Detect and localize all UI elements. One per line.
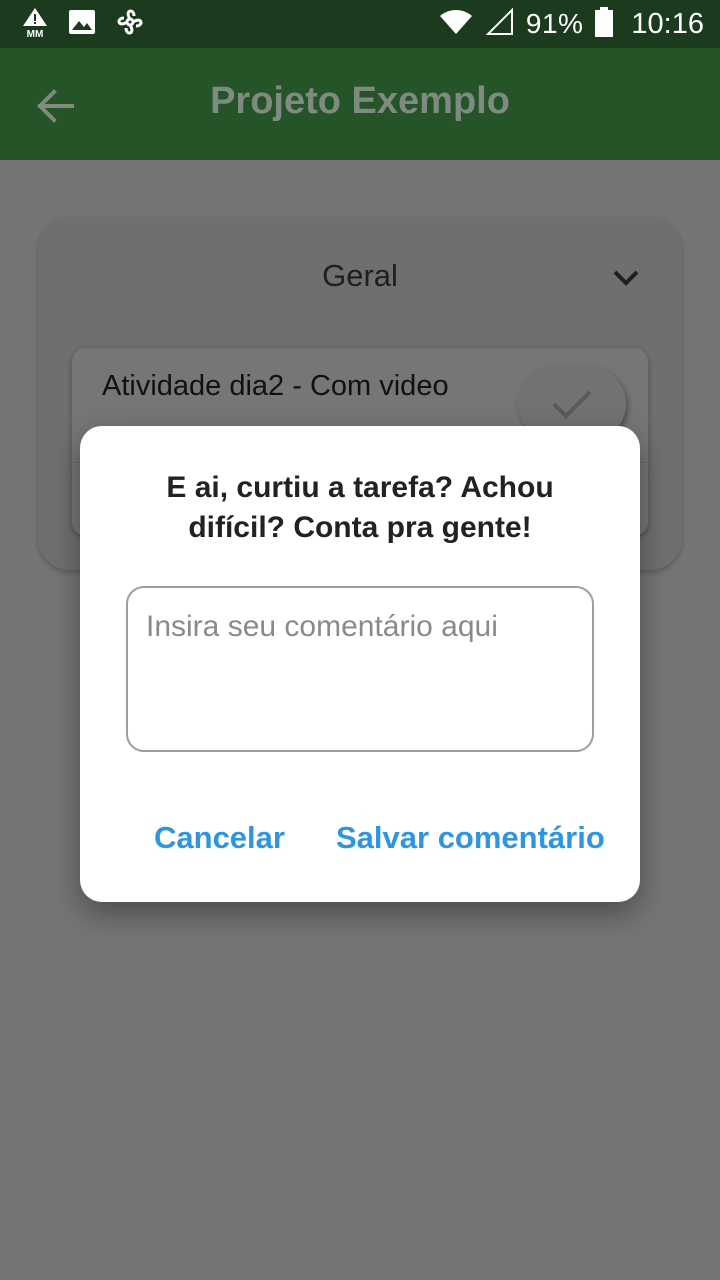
- status-bar: MM 91% 10:16: [0, 0, 720, 48]
- comment-input[interactable]: [126, 586, 594, 752]
- status-bar-notifications: MM: [20, 6, 146, 42]
- warning-mm-icon: MM: [20, 6, 50, 43]
- svg-text:MM: MM: [27, 29, 44, 38]
- task-title: Atividade dia2 - Com video: [102, 370, 449, 402]
- save-comment-button[interactable]: Salvar comentário: [332, 814, 609, 862]
- section-title: Geral: [322, 258, 398, 293]
- chevron-down-icon: [610, 270, 642, 298]
- battery-percentage: 91%: [525, 8, 584, 39]
- battery-icon: [595, 6, 614, 42]
- clock: 10:16: [631, 7, 704, 40]
- signal-icon: [485, 7, 514, 41]
- page-title: Projeto Exemplo: [210, 80, 510, 122]
- image-icon: [68, 8, 96, 41]
- fan-icon: [114, 6, 146, 43]
- expand-section-button[interactable]: [610, 262, 642, 294]
- comment-dialog: E ai, curtiu a tarefa? Achou difícil? Co…: [80, 426, 640, 902]
- status-bar-system: 91% 10:16: [438, 6, 704, 42]
- wifi-icon: [438, 8, 474, 41]
- cancel-button[interactable]: Cancelar: [150, 814, 289, 862]
- dialog-title: E ai, curtiu a tarefa? Achou difícil? Co…: [166, 471, 554, 544]
- app-bar: Projeto Exemplo: [0, 48, 720, 160]
